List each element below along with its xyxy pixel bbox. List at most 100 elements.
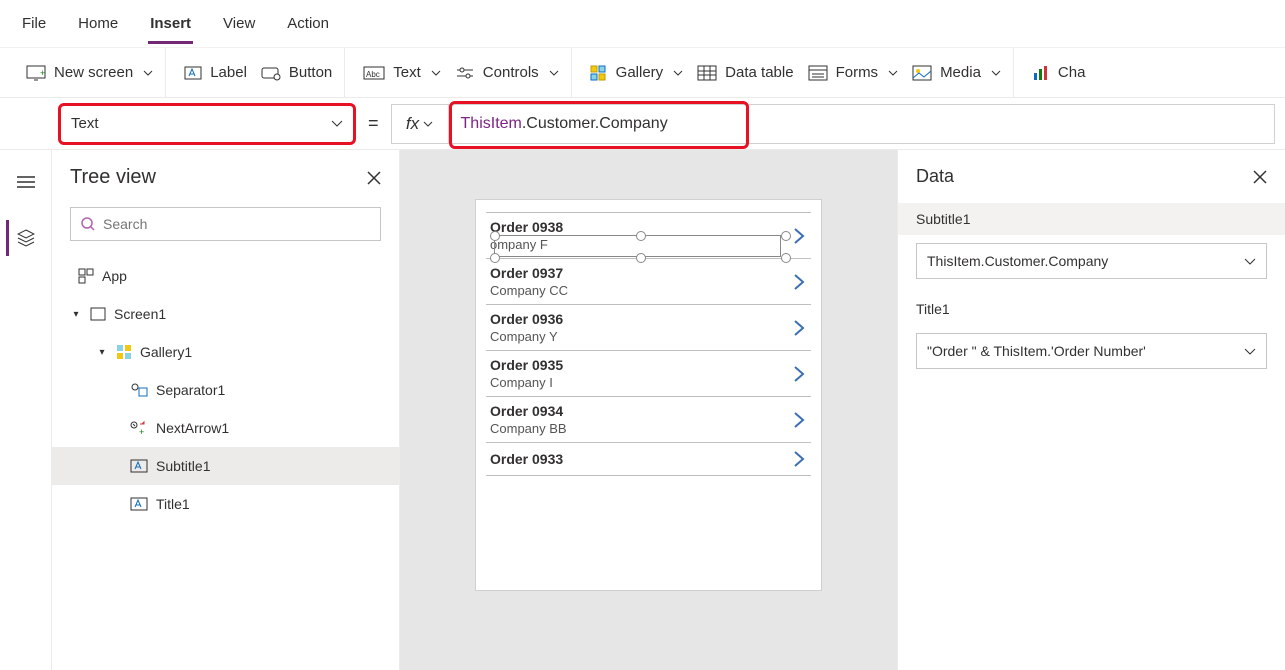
rail-hamburger[interactable] bbox=[8, 164, 44, 200]
chevron-down-icon bbox=[143, 70, 153, 76]
gallery-item-title: Order 0933 bbox=[490, 451, 793, 467]
chevron-down-icon bbox=[431, 70, 441, 76]
data-table-label: Data table bbox=[725, 64, 793, 81]
menu-insert[interactable]: Insert bbox=[148, 3, 193, 44]
menu-home[interactable]: Home bbox=[76, 3, 120, 44]
text-icon: Abc bbox=[363, 65, 385, 81]
gallery-item[interactable]: Order 0937 Company CC bbox=[486, 259, 811, 305]
gallery-item[interactable]: Order 0934Company BB bbox=[486, 397, 811, 443]
chart-menu[interactable]: Cha bbox=[1032, 64, 1086, 81]
gallery-item[interactable]: Order 0933 bbox=[486, 443, 811, 476]
new-screen-button[interactable]: + New screen bbox=[26, 64, 153, 81]
selection-handle[interactable] bbox=[636, 231, 646, 241]
gallery-item-subtitle: Company CC bbox=[490, 283, 793, 298]
gallery-icon bbox=[116, 344, 132, 360]
twisty-icon[interactable]: ▾ bbox=[96, 347, 108, 358]
gallery-item[interactable]: Order 0938ompany F bbox=[486, 212, 811, 259]
formula-bar: Text = fx ThisItem.Customer.Company bbox=[0, 98, 1285, 150]
label-label: Label bbox=[210, 64, 247, 81]
tree-node-gallery1[interactable]: ▾ Gallery1 bbox=[52, 333, 399, 371]
layers-icon bbox=[17, 229, 35, 247]
tree-node-label: Screen1 bbox=[114, 306, 166, 322]
chevron-down-icon bbox=[1244, 258, 1256, 265]
tree-node-title1[interactable]: Title1 bbox=[52, 485, 399, 523]
chevron-down-icon bbox=[423, 121, 433, 127]
data-panel-close[interactable] bbox=[1253, 170, 1267, 184]
equals-sign: = bbox=[368, 113, 379, 134]
chevron-right-icon[interactable] bbox=[793, 364, 807, 384]
data-table-button[interactable]: Data table bbox=[697, 64, 793, 81]
tree-node-label: App bbox=[102, 268, 127, 284]
tree-search-input[interactable] bbox=[103, 216, 370, 232]
label-button[interactable]: Label bbox=[184, 64, 247, 81]
rail-tree-view[interactable] bbox=[6, 220, 42, 256]
gallery-label: Gallery bbox=[616, 64, 664, 81]
gallery-icon bbox=[590, 65, 608, 81]
data-field-subtitle-input[interactable]: ThisItem.Customer.Company bbox=[916, 243, 1267, 279]
table-icon bbox=[697, 65, 717, 81]
gallery-item[interactable]: Order 0935Company I bbox=[486, 351, 811, 397]
tree-node-label: Subtitle1 bbox=[156, 458, 210, 474]
data-panel: Data Subtitle1 ThisItem.Customer.Company… bbox=[897, 150, 1285, 670]
chevron-right-icon[interactable] bbox=[793, 410, 807, 430]
gallery-item[interactable]: Order 0936Company Y bbox=[486, 305, 811, 351]
device-preview: Order 0938ompany FOrder 0937Company CCOr… bbox=[476, 200, 821, 590]
chevron-right-icon[interactable] bbox=[793, 226, 807, 246]
twisty-icon[interactable]: ▾ bbox=[70, 309, 82, 320]
chevron-down-icon bbox=[549, 70, 559, 76]
menu-view[interactable]: View bbox=[221, 3, 257, 44]
property-selector-value: Text bbox=[71, 115, 99, 132]
fx-button[interactable]: fx bbox=[391, 104, 449, 144]
text-label: Text bbox=[393, 64, 421, 81]
label-icon bbox=[130, 497, 148, 511]
chevron-right-icon[interactable] bbox=[793, 272, 807, 292]
gallery-menu[interactable]: Gallery bbox=[590, 64, 684, 81]
menu-action[interactable]: Action bbox=[285, 3, 331, 44]
chevron-down-icon bbox=[888, 70, 898, 76]
property-selector[interactable]: Text bbox=[58, 103, 356, 145]
ribbon: + New screen Label Button Abc Text Contr… bbox=[0, 48, 1285, 98]
selection-handle[interactable] bbox=[490, 231, 500, 241]
menu-file[interactable]: File bbox=[20, 3, 48, 44]
svg-text:+: + bbox=[40, 68, 45, 78]
close-icon bbox=[1253, 170, 1267, 184]
selection-handle[interactable] bbox=[781, 231, 791, 241]
tree-search[interactable] bbox=[70, 207, 381, 241]
forms-icon bbox=[808, 65, 828, 81]
tree-node-label: Gallery1 bbox=[140, 344, 192, 360]
fx-label: fx bbox=[406, 114, 419, 134]
tree-node-separator1[interactable]: Separator1 bbox=[52, 371, 399, 409]
icon-control-icon: + bbox=[130, 420, 148, 436]
media-menu[interactable]: Media bbox=[912, 64, 1001, 81]
data-field-subtitle-label: Subtitle1 bbox=[898, 203, 1285, 235]
controls-label: Controls bbox=[483, 64, 539, 81]
chevron-right-icon[interactable] bbox=[793, 318, 807, 338]
button-button[interactable]: Button bbox=[261, 64, 332, 81]
media-label: Media bbox=[940, 64, 981, 81]
sliders-icon bbox=[455, 65, 475, 81]
tree: App ▾ Screen1 ▾ Gallery1 Separator1 + Ne… bbox=[52, 253, 399, 527]
label-icon bbox=[184, 65, 202, 81]
chevron-right-icon[interactable] bbox=[793, 449, 807, 469]
gallery-item-title: Order 0934 bbox=[490, 403, 793, 419]
svg-text:Abc: Abc bbox=[366, 70, 380, 79]
formula-input[interactable]: ThisItem.Customer.Company bbox=[449, 104, 1275, 144]
left-rail bbox=[0, 150, 52, 670]
screen-icon bbox=[90, 307, 106, 321]
tree-node-screen1[interactable]: ▾ Screen1 bbox=[52, 295, 399, 333]
text-menu[interactable]: Abc Text bbox=[363, 64, 441, 81]
gallery-item-title: Order 0937 bbox=[490, 265, 793, 281]
gallery-item-title: Order 0935 bbox=[490, 357, 793, 373]
tree-node-subtitle1[interactable]: Subtitle1 bbox=[52, 447, 399, 485]
chart-icon bbox=[1032, 65, 1050, 81]
tree-node-app[interactable]: App bbox=[52, 257, 399, 295]
forms-menu[interactable]: Forms bbox=[808, 64, 899, 81]
tree-close-button[interactable] bbox=[367, 171, 381, 185]
data-field-title-input[interactable]: "Order " & ThisItem.'Order Number' bbox=[916, 333, 1267, 369]
controls-menu[interactable]: Controls bbox=[455, 64, 559, 81]
tree-node-nextarrow1[interactable]: + NextArrow1 bbox=[52, 409, 399, 447]
canvas[interactable]: Order 0938ompany FOrder 0937Company CCOr… bbox=[400, 150, 897, 670]
tree-node-label: Separator1 bbox=[156, 382, 225, 398]
button-label: Button bbox=[289, 64, 332, 81]
formula-token-rest: .Customer.Company bbox=[522, 115, 668, 133]
